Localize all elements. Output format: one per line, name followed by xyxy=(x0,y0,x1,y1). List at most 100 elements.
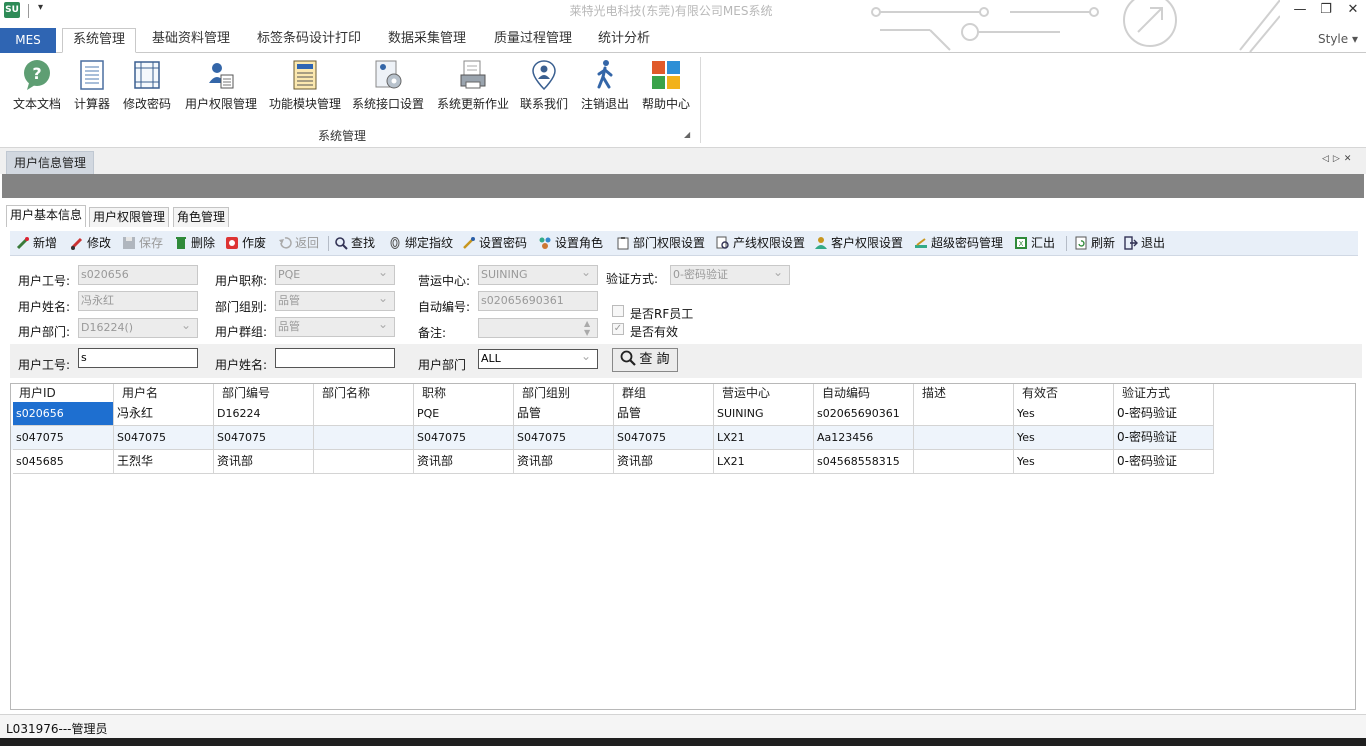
cell-dept-name[interactable] xyxy=(314,426,414,450)
column-header-dept-group[interactable]: 部门组别 xyxy=(514,384,614,402)
contact-us-button[interactable]: 联系我们 xyxy=(518,59,570,115)
document-tab-user-info[interactable]: 用户信息管理 xyxy=(6,151,95,174)
cell-auto-code[interactable]: s04568558315 xyxy=(814,450,914,474)
edit-button[interactable]: 修改 xyxy=(70,235,111,253)
cell-valid[interactable]: Yes xyxy=(1014,402,1114,426)
column-header-title[interactable]: 职称 xyxy=(414,384,514,402)
title-select[interactable]: PQE xyxy=(275,265,395,285)
cell-valid[interactable]: Yes xyxy=(1014,450,1114,474)
export-button[interactable]: X 汇出 xyxy=(1014,235,1055,253)
auto-code-field[interactable]: s02065690361 xyxy=(478,291,598,311)
void-button[interactable]: 作废 xyxy=(225,235,266,253)
cell-dept-group[interactable]: S047075 xyxy=(514,426,614,450)
table-row[interactable]: s047075 S047075 S047075 S047075 S047075 … xyxy=(11,426,1214,450)
cell-dept-code[interactable]: D16224 xyxy=(214,402,314,426)
column-header-user-id[interactable]: 用户ID xyxy=(11,384,114,402)
cell-dept-group[interactable]: 资讯部 xyxy=(514,450,614,474)
minimize-icon[interactable]: — xyxy=(1287,0,1313,22)
customer-permission-button[interactable]: 客户权限设置 xyxy=(814,235,903,253)
column-header-dept-name[interactable]: 部门名称 xyxy=(314,384,414,402)
cell-ops-center[interactable]: LX21 xyxy=(714,426,814,450)
cell-user-name[interactable]: 冯永红 xyxy=(114,402,214,426)
search-user-id-input[interactable]: s xyxy=(78,348,198,368)
column-header-auto-code[interactable]: 自动编码 xyxy=(814,384,914,402)
table-row[interactable]: s020656 冯永红 D16224 PQE 品管 品管 SUINING s02… xyxy=(11,402,1214,426)
document-nav-icons[interactable]: ◁▷✕ xyxy=(1322,154,1355,164)
query-button[interactable]: 查 詢 xyxy=(612,348,678,372)
help-center-button[interactable]: 帮助中心 xyxy=(640,59,692,115)
close-icon[interactable]: ✕ xyxy=(1340,0,1366,22)
system-update-button[interactable]: 系统更新作业 xyxy=(434,59,512,115)
cell-group[interactable]: S047075 xyxy=(614,426,714,450)
set-password-button[interactable]: 设置密码 xyxy=(462,235,527,253)
column-header-description[interactable]: 描述 xyxy=(914,384,1014,402)
cell-valid[interactable]: Yes xyxy=(1014,426,1114,450)
exit-button[interactable]: 退出 xyxy=(1124,235,1165,253)
column-header-dept-code[interactable]: 部门编号 xyxy=(214,384,314,402)
cell-user-name[interactable]: 王烈华 xyxy=(114,450,214,474)
save-button[interactable]: 保存 xyxy=(122,235,163,253)
bind-fingerprint-button[interactable]: 绑定指纹 xyxy=(388,235,453,253)
delete-button[interactable]: 删除 xyxy=(174,235,215,253)
add-button[interactable]: 新增 xyxy=(16,235,57,253)
user-permission-button[interactable]: 用户权限管理 xyxy=(182,59,260,115)
module-management-button[interactable]: 功能模块管理 xyxy=(266,59,344,115)
is-valid-checkbox[interactable]: ✓ xyxy=(612,323,624,335)
tab-statistics[interactable]: 统计分析 xyxy=(592,28,656,53)
system-interface-button[interactable]: 系统接口设置 xyxy=(349,59,427,115)
column-header-user-name[interactable]: 用户名 xyxy=(114,384,214,402)
tab-basic-data[interactable]: 基础资料管理 xyxy=(144,28,238,53)
user-group-select[interactable]: 品管 xyxy=(275,317,395,337)
line-permission-button[interactable]: 产线权限设置 xyxy=(716,235,805,253)
set-role-button[interactable]: 设置角色 xyxy=(538,235,603,253)
user-name-field[interactable]: 冯永红 xyxy=(78,291,198,311)
tab-system-management[interactable]: 系统管理 xyxy=(62,28,136,53)
tab-role-management[interactable]: 角色管理 xyxy=(173,207,230,227)
cell-title[interactable]: 资讯部 xyxy=(414,450,514,474)
cell-dept-name[interactable] xyxy=(314,402,414,426)
tab-user-permission[interactable]: 用户权限管理 xyxy=(89,207,170,227)
column-header-valid[interactable]: 有效否 xyxy=(1014,384,1114,402)
cell-user-id[interactable]: s045685 xyxy=(13,450,114,474)
cell-user-id[interactable]: s047075 xyxy=(13,426,114,450)
cell-description[interactable] xyxy=(914,402,1014,426)
cell-ops-center[interactable]: SUINING xyxy=(714,402,814,426)
column-header-ops-center[interactable]: 营运中心 xyxy=(714,384,814,402)
search-dept-select[interactable]: ALL xyxy=(478,347,598,369)
remark-spinner-icon[interactable]: ▲ ▼ xyxy=(584,319,590,337)
cell-dept-name[interactable] xyxy=(314,450,414,474)
tab-quality-process[interactable]: 质量过程管理 xyxy=(486,28,580,53)
user-id-field[interactable]: s020656 xyxy=(78,265,198,285)
group-launcher-icon[interactable]: ◢ xyxy=(684,130,690,139)
cell-description[interactable] xyxy=(914,450,1014,474)
find-button[interactable]: 查找 xyxy=(334,235,375,253)
dept-group-select[interactable]: 品管 xyxy=(275,291,395,311)
table-row[interactable]: s045685 王烈华 资讯部 资讯部 资讯部 资讯部 LX21 s045685… xyxy=(11,450,1214,474)
cell-group[interactable]: 资讯部 xyxy=(614,450,714,474)
cell-auto-code[interactable]: Aa123456 xyxy=(814,426,914,450)
back-button[interactable]: 返回 xyxy=(278,235,319,253)
cell-dept-group[interactable]: 品管 xyxy=(514,402,614,426)
cell-user-name[interactable]: S047075 xyxy=(114,426,214,450)
cell-title[interactable]: S047075 xyxy=(414,426,514,450)
style-menu[interactable]: Style ▾ xyxy=(1318,32,1358,46)
remark-field[interactable] xyxy=(478,318,598,338)
tab-label-barcode[interactable]: 标签条码设计打印 xyxy=(250,28,368,53)
super-password-button[interactable]: 超级密码管理 xyxy=(914,235,1003,253)
calculator-button[interactable]: 计算器 xyxy=(70,59,114,115)
refresh-button[interactable]: 刷新 xyxy=(1074,235,1115,253)
dept-permission-button[interactable]: 部门权限设置 xyxy=(616,235,705,253)
cell-auth-method[interactable]: 0-密码验证 xyxy=(1114,426,1214,450)
app-menu-button[interactable]: MES xyxy=(0,28,56,53)
change-password-button[interactable]: 修改密码 xyxy=(120,59,174,115)
tab-user-basic-info[interactable]: 用户基本信息 xyxy=(6,205,87,227)
user-dept-select[interactable]: D16224() xyxy=(78,318,198,338)
logout-button[interactable]: 注销退出 xyxy=(578,59,632,115)
ops-center-select[interactable]: SUINING xyxy=(478,265,598,285)
cell-auth-method[interactable]: 0-密码验证 xyxy=(1114,450,1214,474)
cell-user-id[interactable]: s020656 xyxy=(13,402,114,426)
cell-description[interactable] xyxy=(914,426,1014,450)
cell-title[interactable]: PQE xyxy=(414,402,514,426)
text-document-button[interactable]: ? 文本文档 xyxy=(10,59,64,115)
auth-method-select[interactable]: 0-密码验证 xyxy=(670,265,790,285)
